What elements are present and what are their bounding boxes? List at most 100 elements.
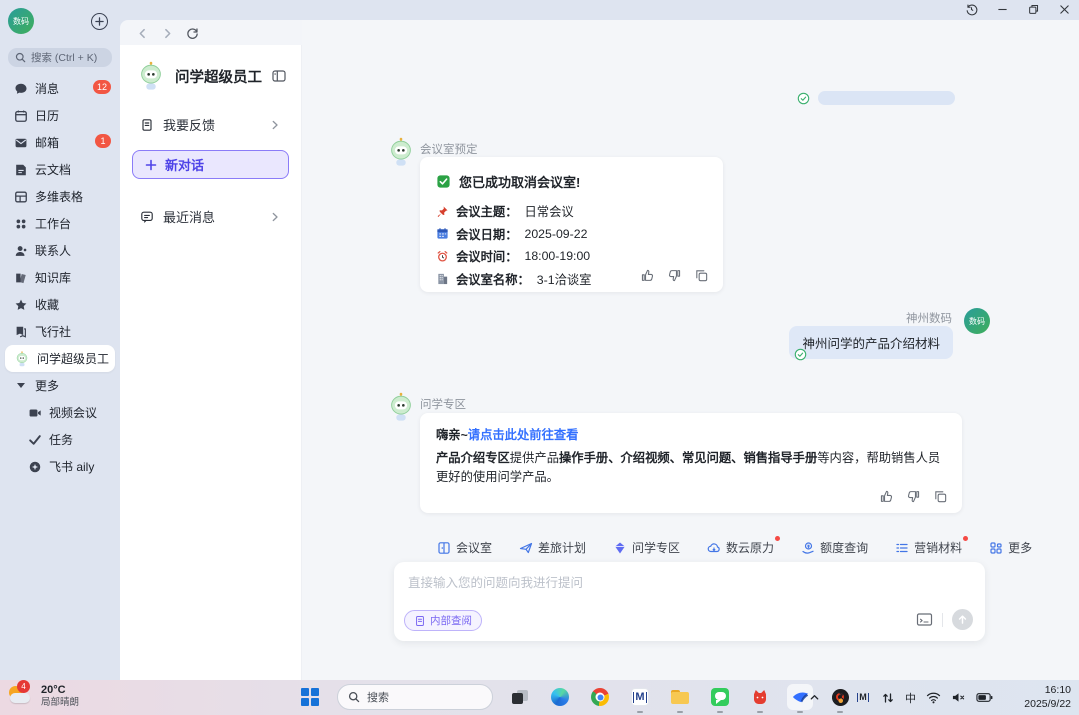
internal-lookup-pill[interactable]: 内部查阅 [404,610,482,631]
m-app-icon[interactable]: M [627,684,653,710]
sidebar-item-messages[interactable]: 消息 12 [0,75,120,102]
feedback-row[interactable]: 我要反馈 [132,107,289,142]
m-tray-icon[interactable]: M [855,690,871,706]
close-button[interactable] [1057,2,1071,16]
sidebar-item-base[interactable]: 多维表格 [0,183,120,210]
sidebar-item-workplace[interactable]: 工作台 [0,210,120,237]
sidebar-item-more[interactable]: 更多 [0,372,120,399]
tray-expand-icon[interactable] [809,692,820,703]
recent-messages-row[interactable]: 最近消息 [132,199,289,234]
copy-button[interactable] [694,268,709,283]
sidebar-item-calendar[interactable]: 日历 [0,102,120,129]
chrome-icon[interactable] [587,684,613,710]
body-bold: 操作手册、介绍视频、常见问题、销售指导手册 [559,451,817,465]
window-titlebar [0,0,1079,20]
taskbar-clock[interactable]: 16:10 2025/9/22 [1024,684,1071,711]
field-label: 会议主题： [456,202,518,220]
red-cat-app-icon[interactable] [747,684,773,710]
wechat-icon[interactable] [707,684,733,710]
sidebar-item-label: 飞书 aily [49,458,94,475]
building-icon [436,272,449,285]
ime-indicator[interactable]: 中 [905,690,916,706]
history-icon[interactable] [964,2,978,16]
thumbs-up-button[interactable] [879,489,894,504]
sidebar-item-video-meeting[interactable]: 视频会议 [0,399,120,426]
sidebar-item-docs[interactable]: 云文档 [0,156,120,183]
tab-label: 数云原力 [726,539,774,556]
edge-icon[interactable] [547,684,573,710]
add-button[interactable] [91,13,108,30]
sidebar-item-tasks[interactable]: 任务 [0,426,120,453]
wenxue-zone-card: 嗨亲~请点击此处前往查看 产品介绍专区提供产品操作手册、介绍视频、常见问题、销售… [420,413,962,513]
bot-avatar [386,392,416,422]
chat-icon [14,82,28,96]
sidebar-item-aily[interactable]: 飞书 aily [0,453,120,480]
updown-arrows-icon[interactable] [881,691,895,705]
field-label: 会议室名称： [456,270,530,288]
start-button[interactable] [297,684,323,710]
sidebar-item-wiki[interactable]: 知识库 [0,264,120,291]
copy-button[interactable] [933,489,948,504]
bot-panel: 问学超级员工 我要反馈 新对话 最近消息 [120,45,302,680]
weather-widget[interactable]: 4 20°C 局部晴朗 [7,683,79,709]
workplace-icon [14,217,28,231]
thumbs-down-button[interactable] [906,489,921,504]
file-explorer-icon[interactable] [667,684,693,710]
thumbs-up-button[interactable] [640,268,655,283]
body-bold: 产品介绍专区 [436,451,510,465]
tab-travel-plan[interactable]: 差旅计划 [519,539,586,556]
plus-icon [145,159,157,171]
message-input[interactable] [408,572,905,606]
user-avatar-label: 数码 [969,316,985,327]
sync-tray-icon[interactable] [830,690,845,705]
cloud-icon [707,541,721,555]
clock-time: 16:10 [1024,684,1071,698]
sidebar-item-favorites[interactable]: 收藏 [0,291,120,318]
user-avatar[interactable]: 数码 [964,308,990,334]
sidebar-item-community[interactable]: 飞行社 [0,318,120,345]
send-button[interactable] [952,609,973,630]
new-chat-label: 新对话 [165,155,204,174]
tab-more[interactable]: 更多 [989,539,1032,556]
quota-icon [801,541,815,555]
goto-link[interactable]: 请点击此处前往查看 [468,428,579,442]
tab-meeting-room[interactable]: 会议室 [437,539,492,556]
feedback-doc-icon [140,118,154,132]
nav-back-button[interactable] [134,25,150,41]
tab-label: 额度查询 [820,539,868,556]
pin-icon [436,205,449,218]
maximize-button[interactable] [1026,2,1040,16]
thumbs-down-button[interactable] [667,268,682,283]
tab-marketing[interactable]: 营销材料 [895,539,962,556]
weather-desc: 局部晴朗 [41,697,79,708]
sidebar-item-contacts[interactable]: 联系人 [0,237,120,264]
minimize-button[interactable] [995,2,1009,16]
sidebar-item-label: 视频会议 [49,404,97,421]
tab-wenxue-zone[interactable]: 问学专区 [613,539,680,556]
taskbar-search-label: 搜索 [367,689,389,705]
weather-badge: 4 [17,680,30,693]
tab-quota-query[interactable]: 额度查询 [801,539,868,556]
sidebar-item-wenxue-bot[interactable]: 问学超级员工 [5,345,115,372]
battery-icon[interactable] [976,692,993,703]
sidebar-search[interactable]: 搜索 (Ctrl + K) [8,48,112,67]
body-text: 提供产品 [510,451,559,465]
nav-forward-button[interactable] [159,25,175,41]
sidebar-item-label: 日历 [35,107,59,124]
user-avatar[interactable]: 数码 [8,8,34,34]
field-label: 会议日期： [456,225,518,243]
messages-badge: 12 [93,80,111,94]
clock-date: 2025/9/22 [1024,698,1071,712]
volume-muted-icon[interactable] [951,691,966,704]
refresh-button[interactable] [184,25,200,41]
new-chat-button[interactable]: 新对话 [132,150,289,179]
list-icon [895,541,909,555]
tab-label: 问学专区 [632,539,680,556]
sidebar-item-mail[interactable]: 邮箱 1 [0,129,120,156]
task-view-button[interactable] [507,684,533,710]
wifi-icon[interactable] [926,691,941,704]
shortcut-commands-icon[interactable] [916,612,933,627]
split-view-icon[interactable] [271,68,287,84]
tab-shuyun[interactable]: 数云原力 [707,539,774,556]
taskbar-search[interactable]: 搜索 [337,684,493,710]
